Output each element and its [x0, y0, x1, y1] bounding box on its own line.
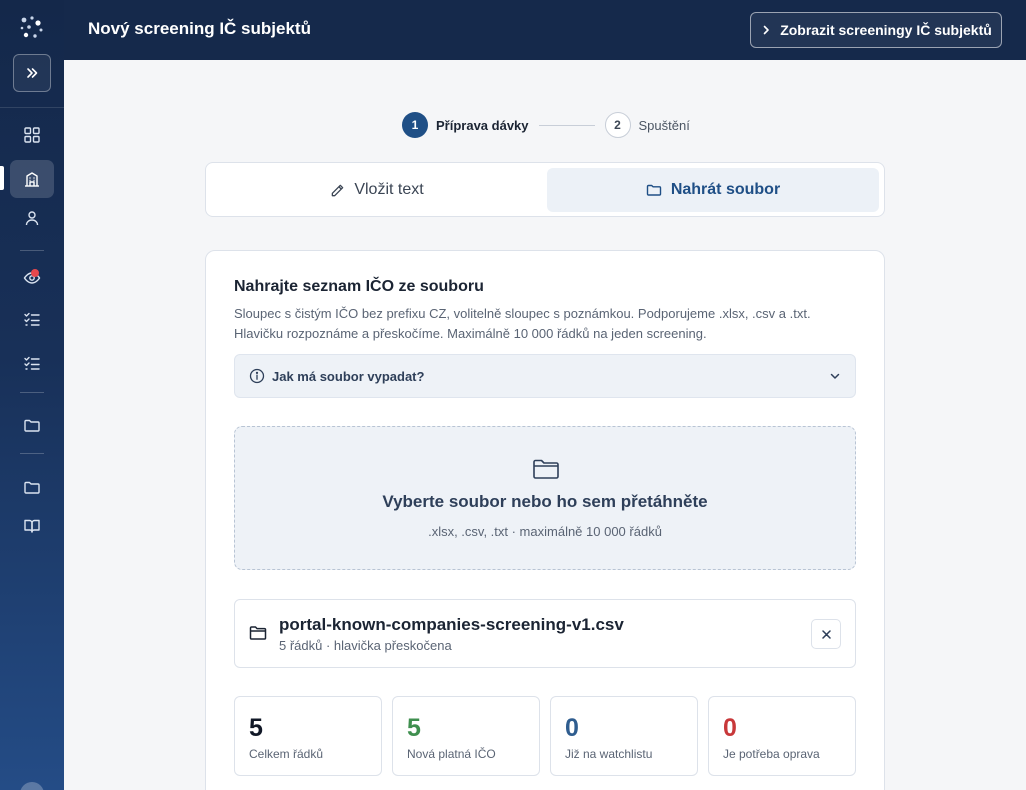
- tab-upload-file[interactable]: Nahrát soubor: [547, 168, 879, 212]
- double-chevron-right-icon: [27, 68, 38, 78]
- remove-file-button[interactable]: [811, 619, 841, 649]
- step-1-number: 1: [402, 112, 428, 138]
- folder-icon: [646, 184, 662, 196]
- step-2-label: Spuštění: [638, 117, 690, 133]
- stat-needs-fix: 0 Je potřeba oprava: [708, 696, 856, 776]
- sidebar-item-tasks-1[interactable]: [10, 300, 54, 338]
- sidebar-divider: [0, 107, 64, 108]
- stats-grid: 5 Celkem řádků 5 Nová platná IČO 0 Již n…: [234, 696, 856, 776]
- stat-value: 5: [249, 714, 263, 742]
- dropzone-hint: .xlsx, .csv, .txt · maximálně 10 000 řád…: [428, 524, 662, 539]
- sidebar: [0, 0, 64, 790]
- chevron-right-icon: [763, 25, 769, 35]
- avatar[interactable]: [20, 782, 44, 790]
- checklist-icon: [24, 312, 40, 326]
- sidebar-divider: [20, 453, 44, 454]
- view-screenings-label: Zobrazit screeningy IČ subjektů: [780, 22, 992, 38]
- stat-label: Již na watchlistu: [565, 747, 653, 761]
- checklist-icon: [24, 356, 40, 370]
- close-icon: [821, 629, 831, 639]
- stepper-connector: [538, 124, 595, 126]
- step-2-number: 2: [604, 112, 631, 138]
- file-meta: 5 řádků · hlavička přeskočena: [279, 638, 452, 653]
- folder-icon: [24, 481, 40, 494]
- folder-icon: [533, 459, 559, 479]
- stat-on-watchlist: 0 Již na watchlistu: [550, 696, 698, 776]
- book-icon: [24, 519, 40, 533]
- grid-icon: [24, 127, 40, 143]
- selected-file: portal-known-companies-screening-v1.csv …: [234, 599, 856, 668]
- stat-value: 0: [723, 714, 737, 742]
- building-icon: [25, 172, 39, 187]
- stat-label: Nová platná IČO: [407, 747, 496, 761]
- step-1-label: Příprava dávky: [436, 117, 529, 133]
- sidebar-item-files-2[interactable]: [10, 468, 54, 506]
- pencil-icon: [332, 184, 344, 196]
- stat-total-rows: 5 Celkem řádků: [234, 696, 382, 776]
- chevron-down-icon: [830, 373, 840, 379]
- page-title: Nový screening IČ subjektů: [88, 19, 311, 38]
- upload-title: Nahrajte seznam IČO ze souboru: [234, 278, 484, 295]
- dropzone-title: Vyberte soubor nebo ho sem přetáhněte: [382, 492, 708, 511]
- file-name: portal-known-companies-screening-v1.csv: [279, 615, 624, 634]
- notification-dot: [31, 269, 39, 277]
- stat-value: 5: [407, 714, 421, 742]
- tab-paste-text[interactable]: Vložit text: [211, 168, 543, 212]
- upload-description: Sloupec s čistým IČO bez prefixu CZ, vol…: [234, 306, 811, 341]
- file-dropzone[interactable]: Vyberte soubor nebo ho sem přetáhněte .x…: [234, 426, 856, 570]
- file-format-info-label: Jak má soubor vypadat?: [272, 369, 425, 384]
- tab-paste-text-label: Vložit text: [354, 181, 424, 198]
- stat-label: Celkem řádků: [249, 747, 324, 761]
- expand-sidebar-button[interactable]: [13, 54, 51, 92]
- active-indicator: [0, 166, 4, 190]
- sidebar-item-watchlist[interactable]: [10, 259, 54, 297]
- sidebar-item-dashboard[interactable]: [10, 116, 54, 154]
- file-format-info-toggle[interactable]: Jak má soubor vypadat?: [234, 354, 856, 398]
- sidebar-item-files-1[interactable]: [10, 406, 54, 444]
- input-mode-tabs: Vložit text Nahrát soubor: [205, 162, 885, 217]
- main-content: 1 Příprava dávky 2 Spuštění Vložit text …: [64, 60, 1026, 790]
- stat-label: Je potřeba oprava: [723, 747, 820, 761]
- app-logo-icon[interactable]: [18, 14, 46, 42]
- view-screenings-button[interactable]: Zobrazit screeningy IČ subjektů: [750, 12, 1002, 48]
- tab-upload-file-label: Nahrát soubor: [670, 181, 781, 198]
- sidebar-item-companies[interactable]: [10, 160, 54, 198]
- person-icon: [25, 211, 39, 226]
- sidebar-divider: [20, 392, 44, 393]
- sidebar-item-tasks-2[interactable]: [10, 344, 54, 382]
- stepper: 1 Příprava dávky 2 Spuštění: [402, 112, 690, 138]
- sidebar-divider: [20, 250, 44, 251]
- sidebar-item-people[interactable]: [10, 199, 54, 237]
- folder-icon: [249, 626, 267, 640]
- stat-new-valid: 5 Nová platná IČO: [392, 696, 540, 776]
- upload-card: Nahrajte seznam IČO ze souboru Sloupec s…: [205, 250, 885, 790]
- info-icon: [249, 368, 265, 384]
- folder-icon: [24, 419, 40, 432]
- stat-value: 0: [565, 714, 579, 742]
- top-header: Nový screening IČ subjektů Zobrazit scre…: [64, 0, 1026, 60]
- sidebar-item-docs[interactable]: [10, 507, 54, 545]
